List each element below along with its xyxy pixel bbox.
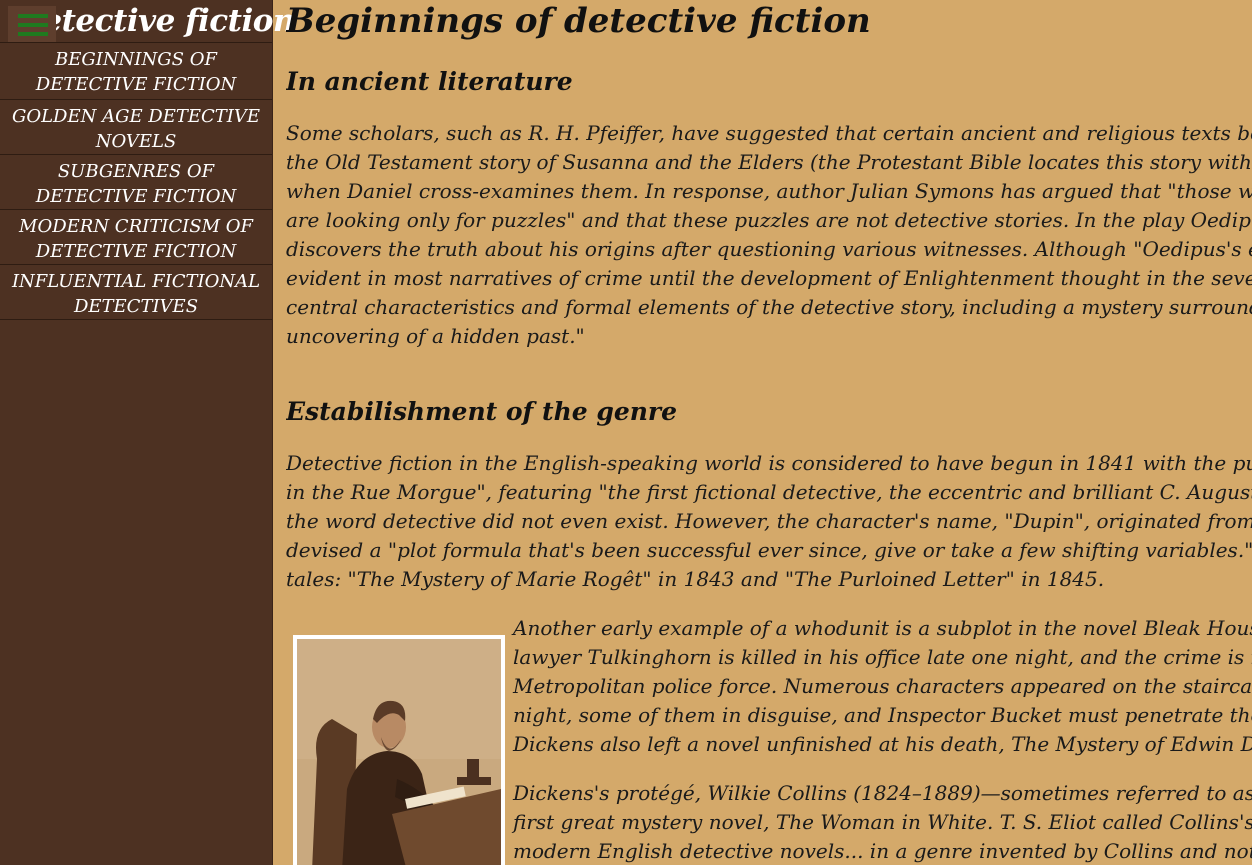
hamburger-menu-icon[interactable] [8, 6, 56, 42]
dickens-portrait-figure [293, 635, 505, 865]
nav-label-line: NOVELS [95, 131, 177, 152]
nav-item-influential-detectives[interactable]: INFLUENTIAL FICTIONAL DETECTIVES [0, 265, 272, 320]
nav-label-line: GOLDEN AGE DETECTIVE [11, 106, 261, 127]
text-line: lawyer Tulkinghorn is killed in his offi… [513, 645, 1252, 669]
section-heading-establishment: Estabilishment of the genre [286, 397, 677, 426]
text-line: when Daniel cross-examines them. In resp… [286, 179, 1252, 203]
nav-label-line: SUBGENRES OF [57, 161, 215, 182]
paragraph-ancient: Some scholars, such as R. H. Pfeiffer, h… [286, 119, 1252, 351]
text-line: uncovering of a hidden past." [286, 324, 585, 348]
text-line: in the Rue Morgue", featuring "the first… [286, 480, 1252, 504]
nav-label-line: BEGINNINGS OF [55, 49, 217, 70]
text-line: Another early example of a whodunit is a… [513, 616, 1252, 640]
nav-item-beginnings[interactable]: BEGINNINGS OF DETECTIVE FICTION [0, 43, 272, 100]
nav-item-golden-age[interactable]: GOLDEN AGE DETECTIVE NOVELS [0, 100, 272, 155]
nav-label-line: DETECTIVE FICTION [35, 186, 237, 207]
text-line: Some scholars, such as R. H. Pfeiffer, h… [286, 121, 1252, 145]
nav-label-line: DETECTIVES [73, 296, 199, 317]
menu-bar [18, 23, 48, 27]
text-line: the Old Testament story of Susanna and t… [286, 150, 1252, 174]
sidebar-nav: Detective fiction BEGINNINGS OF DETECTIV… [0, 0, 295, 865]
text-line: evident in most narratives of crime unti… [286, 266, 1252, 290]
menu-bar [18, 32, 48, 36]
nav-label-line: DETECTIVE FICTION [35, 74, 237, 95]
text-line: devised a "plot formula that's been succ… [286, 538, 1252, 562]
nav-item-subgenres[interactable]: SUBGENRES OF DETECTIVE FICTION [0, 155, 272, 210]
text-line: are looking only for puzzles" and that t… [286, 208, 1252, 232]
nav-label-line: INFLUENTIAL FICTIONAL [11, 271, 261, 292]
text-line: first great mystery novel, The Woman in … [513, 810, 1252, 834]
nav-label-line: MODERN CRITICISM OF [19, 216, 253, 237]
paragraph-bleak-house: Another early example of a whodunit is a… [513, 614, 1252, 759]
text-line: central characteristics and formal eleme… [286, 295, 1252, 319]
text-line: discovers the truth about his origins af… [286, 237, 1252, 261]
text-line: tales: "The Mystery of Marie Rogêt" in 1… [286, 567, 1105, 591]
text-line: Metropolitan police force. Numerous char… [513, 674, 1252, 698]
text-line: Dickens also left a novel unfinished at … [513, 732, 1252, 756]
text-line: Dickens's protégé, Wilkie Collins (1824–… [513, 781, 1252, 805]
portrait-illustration [297, 639, 501, 865]
section-heading-ancient: In ancient literature [286, 67, 573, 96]
dickens-portrait-photo [297, 639, 501, 865]
text-line: the word detective did not even exist. H… [286, 509, 1252, 533]
nav-item-modern-criticism[interactable]: MODERN CRITICISM OF DETECTIVE FICTION [0, 210, 272, 265]
text-line: night, some of them in disguise, and Ins… [513, 703, 1252, 727]
text-line: Detective fiction in the English-speakin… [286, 451, 1252, 475]
text-line: modern English detective novels... in a … [513, 839, 1252, 863]
main-content: Beginnings of detective fiction In ancie… [286, 0, 1252, 865]
page-title: Beginnings of detective fiction [286, 1, 871, 41]
paragraph-establishment: Detective fiction in the English-speakin… [286, 449, 1252, 594]
nav-label-line: DETECTIVE FICTION [35, 241, 237, 262]
menu-bar [18, 14, 48, 18]
paragraph-wilkie-collins: Dickens's protégé, Wilkie Collins (1824–… [513, 779, 1252, 865]
site-header: Detective fiction [0, 0, 295, 43]
